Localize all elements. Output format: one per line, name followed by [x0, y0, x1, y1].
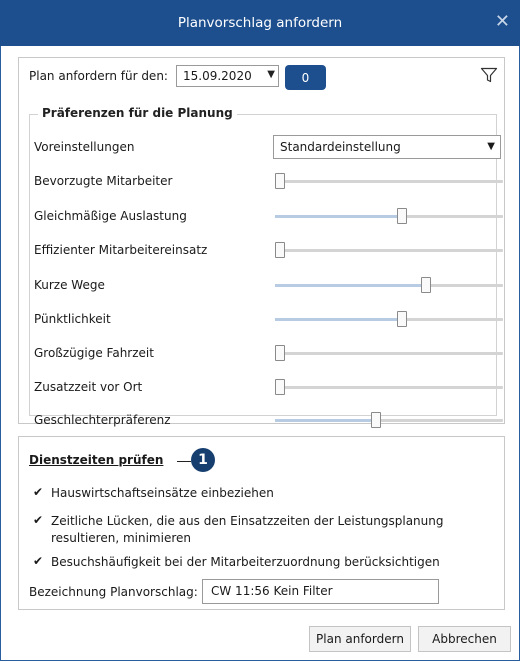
- slider-row: Großzügige Fahrzeit: [30, 343, 503, 363]
- dialog-title: Planvorschlag anfordern: [177, 15, 343, 31]
- preset-label: Voreinstellungen: [34, 140, 135, 154]
- plan-date-row: Plan anfordern für den: 15.09.2020 ▼ 0: [19, 58, 504, 92]
- slider-row: Effizienter Mitarbeitereinsatz: [30, 240, 503, 260]
- checkmark-icon[interactable]: ✔: [33, 554, 45, 568]
- slider-track[interactable]: [275, 345, 503, 361]
- slider-fill: [275, 284, 427, 287]
- slider-row: Geschlechterpräferenz: [30, 410, 503, 430]
- dienstzeiten-title: Dienstzeiten prüfen: [29, 453, 164, 467]
- slider-track[interactable]: [275, 412, 503, 428]
- title-bar: Planvorschlag anfordern ✕: [0, 0, 520, 46]
- slider-thumb[interactable]: [275, 345, 285, 361]
- slider-thumb[interactable]: [275, 242, 285, 258]
- checkbox-label: Zeitliche Lücken, die aus den Einsatzzei…: [51, 514, 444, 545]
- dienstzeiten-panel: Dienstzeiten prüfen 1 ✔ Hauswirtschaftse…: [18, 436, 505, 610]
- planning-panel: Plan anfordern für den: 15.09.2020 ▼ 0 P…: [18, 57, 505, 428]
- slider-fill: [275, 419, 376, 422]
- slider-row: Bevorzugte Mitarbeiter: [30, 171, 503, 191]
- preset-select[interactable]: Standardeinstellung ▼: [273, 135, 501, 159]
- checkmark-icon[interactable]: ✔: [33, 513, 45, 527]
- preset-row: Voreinstellungen Standardeinstellung ▼: [30, 135, 501, 159]
- plan-name-label: Bezeichnung Planvorschlag:: [29, 585, 198, 599]
- callout-badge: 1: [191, 448, 215, 472]
- slider-track[interactable]: [275, 277, 503, 293]
- plan-date-picker[interactable]: 15.09.2020 ▼: [176, 65, 279, 87]
- callout-line: [177, 461, 191, 462]
- slider-row: Zusatzzeit vor Ort: [30, 377, 503, 397]
- slider-label: Geschlechterpräferenz: [34, 413, 171, 427]
- checkbox-label: Besuchshäufigkeit bei der Mitarbeiterzuo…: [51, 555, 440, 569]
- slider-track[interactable]: [275, 173, 503, 189]
- slider-thumb[interactable]: [275, 379, 285, 395]
- preferences-group-title: Präferenzen für die Planung: [38, 106, 237, 120]
- plan-date-label: Plan anfordern für den:: [29, 69, 168, 83]
- slider-fill: [275, 318, 403, 321]
- slider-track[interactable]: [275, 208, 503, 224]
- slider-row: Gleichmäßige Auslastung: [30, 206, 503, 226]
- filter-icon[interactable]: [480, 66, 498, 84]
- slider-track[interactable]: [275, 311, 503, 327]
- slider-label: Bevorzugte Mitarbeiter: [34, 174, 173, 188]
- slider-thumb[interactable]: [421, 277, 432, 293]
- cancel-button[interactable]: Abbrechen: [418, 626, 511, 652]
- count-button[interactable]: 0: [285, 65, 326, 90]
- slider-label: Effizienter Mitarbeitereinsatz: [34, 243, 208, 257]
- slider-track[interactable]: [275, 242, 503, 258]
- checkmark-icon[interactable]: ✔: [33, 485, 45, 499]
- slider-label: Pünktlichkeit: [34, 312, 111, 326]
- slider-row: Pünktlichkeit: [30, 309, 503, 329]
- dropdown-arrow-icon[interactable]: ▼: [267, 69, 275, 80]
- request-plan-button[interactable]: Plan anfordern: [309, 626, 411, 652]
- dropdown-arrow-icon[interactable]: ▼: [487, 141, 495, 152]
- slider-thumb[interactable]: [397, 208, 408, 224]
- slider-track[interactable]: [275, 379, 503, 395]
- slider-label: Gleichmäßige Auslastung: [34, 209, 187, 223]
- slider-fill: [275, 215, 403, 218]
- slider-thumb[interactable]: [370, 412, 381, 428]
- plan-name-input[interactable]: CW 11:56 Kein Filter: [202, 579, 439, 604]
- slider-thumb[interactable]: [397, 311, 408, 327]
- slider-label: Kurze Wege: [34, 278, 105, 292]
- checkbox-label: Hauswirtschaftseinsätze einbeziehen: [51, 486, 274, 500]
- slider-thumb[interactable]: [275, 173, 285, 189]
- slider-label: Großzügige Fahrzeit: [34, 346, 154, 360]
- slider-label: Zusatzzeit vor Ort: [34, 380, 143, 394]
- close-icon[interactable]: ✕: [495, 12, 510, 32]
- plan-date-value: 15.09.2020: [183, 69, 252, 83]
- slider-row: Kurze Wege: [30, 275, 503, 295]
- preset-value: Standardeinstellung: [280, 140, 401, 154]
- preferences-group: Präferenzen für die Planung Voreinstellu…: [29, 106, 503, 428]
